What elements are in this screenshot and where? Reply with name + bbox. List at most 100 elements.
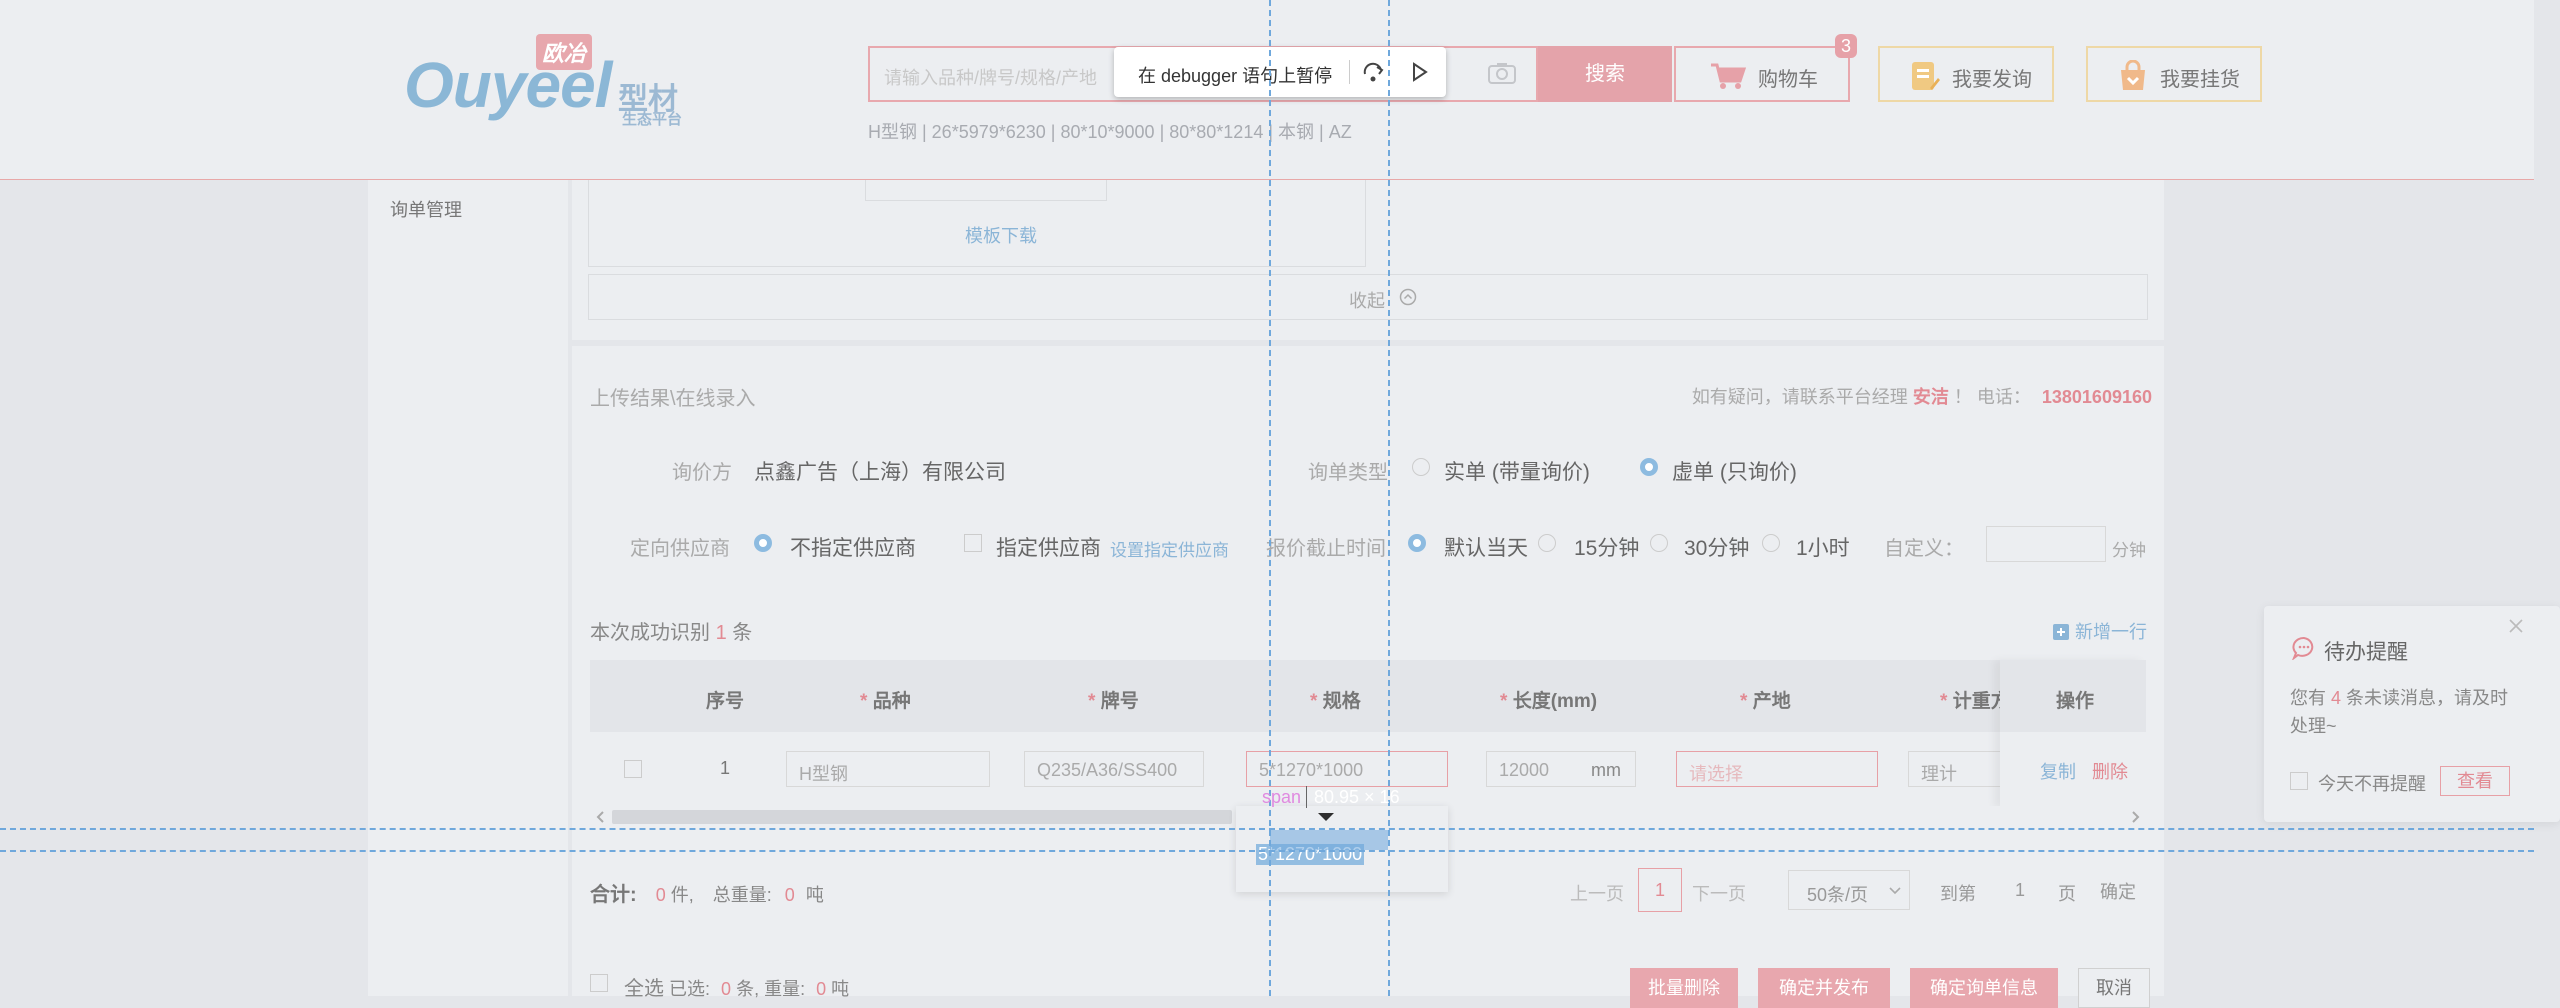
weight-unit: 吨 [805, 885, 824, 905]
required-star: * [1940, 691, 1953, 712]
supplier-none-label[interactable]: 不指定供应商 [790, 532, 916, 562]
page-unit: 页 [2058, 884, 2076, 904]
document-edit-icon [1912, 62, 1940, 90]
supplier-specify-label[interactable]: 指定供应商 [996, 532, 1101, 562]
origin-placeholder: 请选择 [1689, 764, 1743, 784]
upload-button-edge[interactable] [865, 180, 1107, 201]
supplier-label: 定向供应商 [630, 538, 730, 560]
deadline-15min-label[interactable]: 15分钟 [1574, 532, 1639, 562]
pieces-unit: 件, [670, 885, 694, 905]
copy-row-link[interactable]: 复制 [2040, 758, 2076, 784]
next-page-button[interactable]: 下一页 [1692, 880, 1746, 906]
variety-value: H型钢 [799, 764, 848, 784]
search-button[interactable]: 搜索 [1538, 46, 1672, 102]
cart-button[interactable]: 购物车 [1674, 46, 1850, 102]
add-row-button[interactable]: 新增一行 [2052, 618, 2147, 644]
page-size-select[interactable]: 50条/页 [1788, 870, 1910, 910]
collapse-bar[interactable]: 收起 [588, 274, 2148, 320]
inspector-guide-bottom [0, 850, 2534, 852]
inquiry-button[interactable]: 我要发询 [1878, 46, 2054, 102]
batch-delete-button[interactable]: 批量删除 [1630, 968, 1738, 1008]
close-icon[interactable] [2508, 618, 2524, 634]
goto-confirm-button[interactable]: 确定 [2100, 878, 2136, 904]
scroll-left-icon[interactable] [594, 810, 608, 824]
collapse-label: 收起 [1349, 291, 1385, 311]
total-label: 合计: [590, 884, 637, 906]
camera-icon[interactable] [1488, 62, 1516, 84]
goto-page-input[interactable]: 1 [1992, 870, 2048, 910]
collapse-up-icon [1399, 288, 1417, 306]
cart-count-badge: 3 [1835, 34, 1857, 58]
custom-deadline-label: 自定义： [1884, 538, 1964, 560]
deadline-30min-radio[interactable] [1650, 534, 1668, 552]
order-type-virtual-label[interactable]: 虚单 (只询价) [1672, 456, 1797, 486]
step-over-icon[interactable] [1362, 61, 1386, 83]
spec-input[interactable]: 5*1270*1000 [1246, 751, 1448, 787]
summary-bar: 合计: 0 件, 总重量: 0 吨 [590, 878, 824, 907]
col-header-label: 牌号 [1100, 691, 1139, 712]
row-checkbox[interactable] [624, 760, 642, 778]
col-header-length: * 长度(mm) [1500, 686, 1597, 713]
deadline-1hour-radio[interactable] [1762, 534, 1780, 552]
origin-select[interactable]: 请选择 [1676, 751, 1878, 787]
inquiry-label: 我要发询 [1952, 69, 2032, 91]
supplier-specify-checkbox[interactable] [964, 534, 982, 552]
chevron-down-icon [1889, 887, 1901, 895]
inquiry-form-card: 上传结果\在线录入 如有疑问，请联系平台经理 安洁 ！ 电话： 13801609… [572, 346, 2164, 1008]
order-type-real-label[interactable]: 实单 (带量询价) [1444, 456, 1590, 486]
prev-page-button[interactable]: 上一页 [1570, 880, 1624, 906]
view-button[interactable]: 查看 [2440, 766, 2510, 796]
shopping-bag-icon [2121, 60, 2145, 90]
resume-icon[interactable] [1410, 61, 1430, 83]
section-title: 上传结果\在线录入 [590, 388, 756, 410]
variety-input[interactable]: H型钢 [786, 751, 990, 787]
custom-deadline-input[interactable] [1986, 526, 2106, 562]
required-star: * [1740, 691, 1753, 712]
sidebar-item-inquiry-management[interactable]: 询单管理 [390, 196, 462, 222]
listing-button[interactable]: 我要挂货 [2086, 46, 2262, 102]
contact-mid: ！ 电话： [1953, 387, 2031, 407]
no-remind-checkbox[interactable] [2290, 772, 2308, 790]
col-header-label: 规格 [1322, 691, 1361, 712]
upload-area: 模板下载 [588, 180, 1366, 267]
confirm-info-button[interactable]: 确定询单信息 [1910, 968, 2058, 1008]
required-star: * [1310, 691, 1323, 712]
length-unit: mm [1591, 760, 1621, 780]
cancel-button[interactable]: 取消 [2078, 968, 2150, 1008]
tooltip-arrow [1318, 813, 1334, 821]
no-remind-label[interactable]: 今天不再提醒 [2318, 770, 2426, 796]
order-type-label: 询单类型 [1308, 462, 1388, 484]
divider [1306, 786, 1307, 808]
select-all-label[interactable]: 全选 [624, 978, 664, 1000]
grade-input[interactable]: Q235/A36/SS400 [1024, 751, 1204, 787]
confirm-publish-button[interactable]: 确定并发布 [1758, 968, 1890, 1008]
recognized-count: 本次成功识别 1 条 [590, 616, 752, 645]
select-all-checkbox[interactable] [590, 974, 608, 992]
deadline-default-label[interactable]: 默认当天 [1444, 532, 1528, 562]
deadline-30min-label[interactable]: 30分钟 [1684, 532, 1749, 562]
deadline-15min-radio[interactable] [1538, 534, 1556, 552]
col-header-label: 产地 [1752, 691, 1791, 712]
deadline-default-radio[interactable] [1408, 534, 1426, 552]
order-type-virtual-radio[interactable] [1640, 458, 1658, 476]
supplier-none-radio[interactable] [754, 534, 772, 552]
search-placeholder: 请输入品种/牌号/规格/产地 [884, 68, 1098, 88]
row-index: 1 [720, 758, 731, 778]
set-supplier-link[interactable]: 设置指定供应商 [1110, 536, 1229, 561]
cart-label: 购物车 [1758, 69, 1818, 91]
scrollbar-thumb[interactable] [612, 810, 1232, 824]
action-column: 操作 复制 删除 [2000, 660, 2146, 808]
reminder-title: 待办提醒 [2324, 641, 2408, 664]
logo-subtitle: 生态平台 [622, 111, 683, 128]
todo-reminder-panel: 待办提醒 您有 4 条未读消息，请及时处理~ 今天不再提醒 查看 [2264, 606, 2560, 822]
page-number-current[interactable]: 1 [1638, 868, 1682, 912]
order-type-real-radio[interactable] [1412, 458, 1430, 476]
delete-row-link[interactable]: 删除 [2092, 758, 2128, 784]
scroll-right-icon[interactable] [2128, 810, 2142, 824]
template-download-link[interactable]: 模板下载 [965, 222, 1037, 248]
hot-search-words[interactable]: H型钢 | 26*5979*6230 | 80*10*9000 | 80*80*… [868, 118, 1352, 144]
length-input[interactable]: 12000 mm [1486, 751, 1636, 787]
deadline-1hour-label[interactable]: 1小时 [1796, 532, 1850, 562]
site-logo[interactable]: Ouyeel 欧冶 型材 生态平台 [404, 34, 704, 128]
table-header: 序号 * 品种 * 牌号 * 规格 * 长度(mm) * 产地 * 计重方式 [590, 660, 2146, 732]
